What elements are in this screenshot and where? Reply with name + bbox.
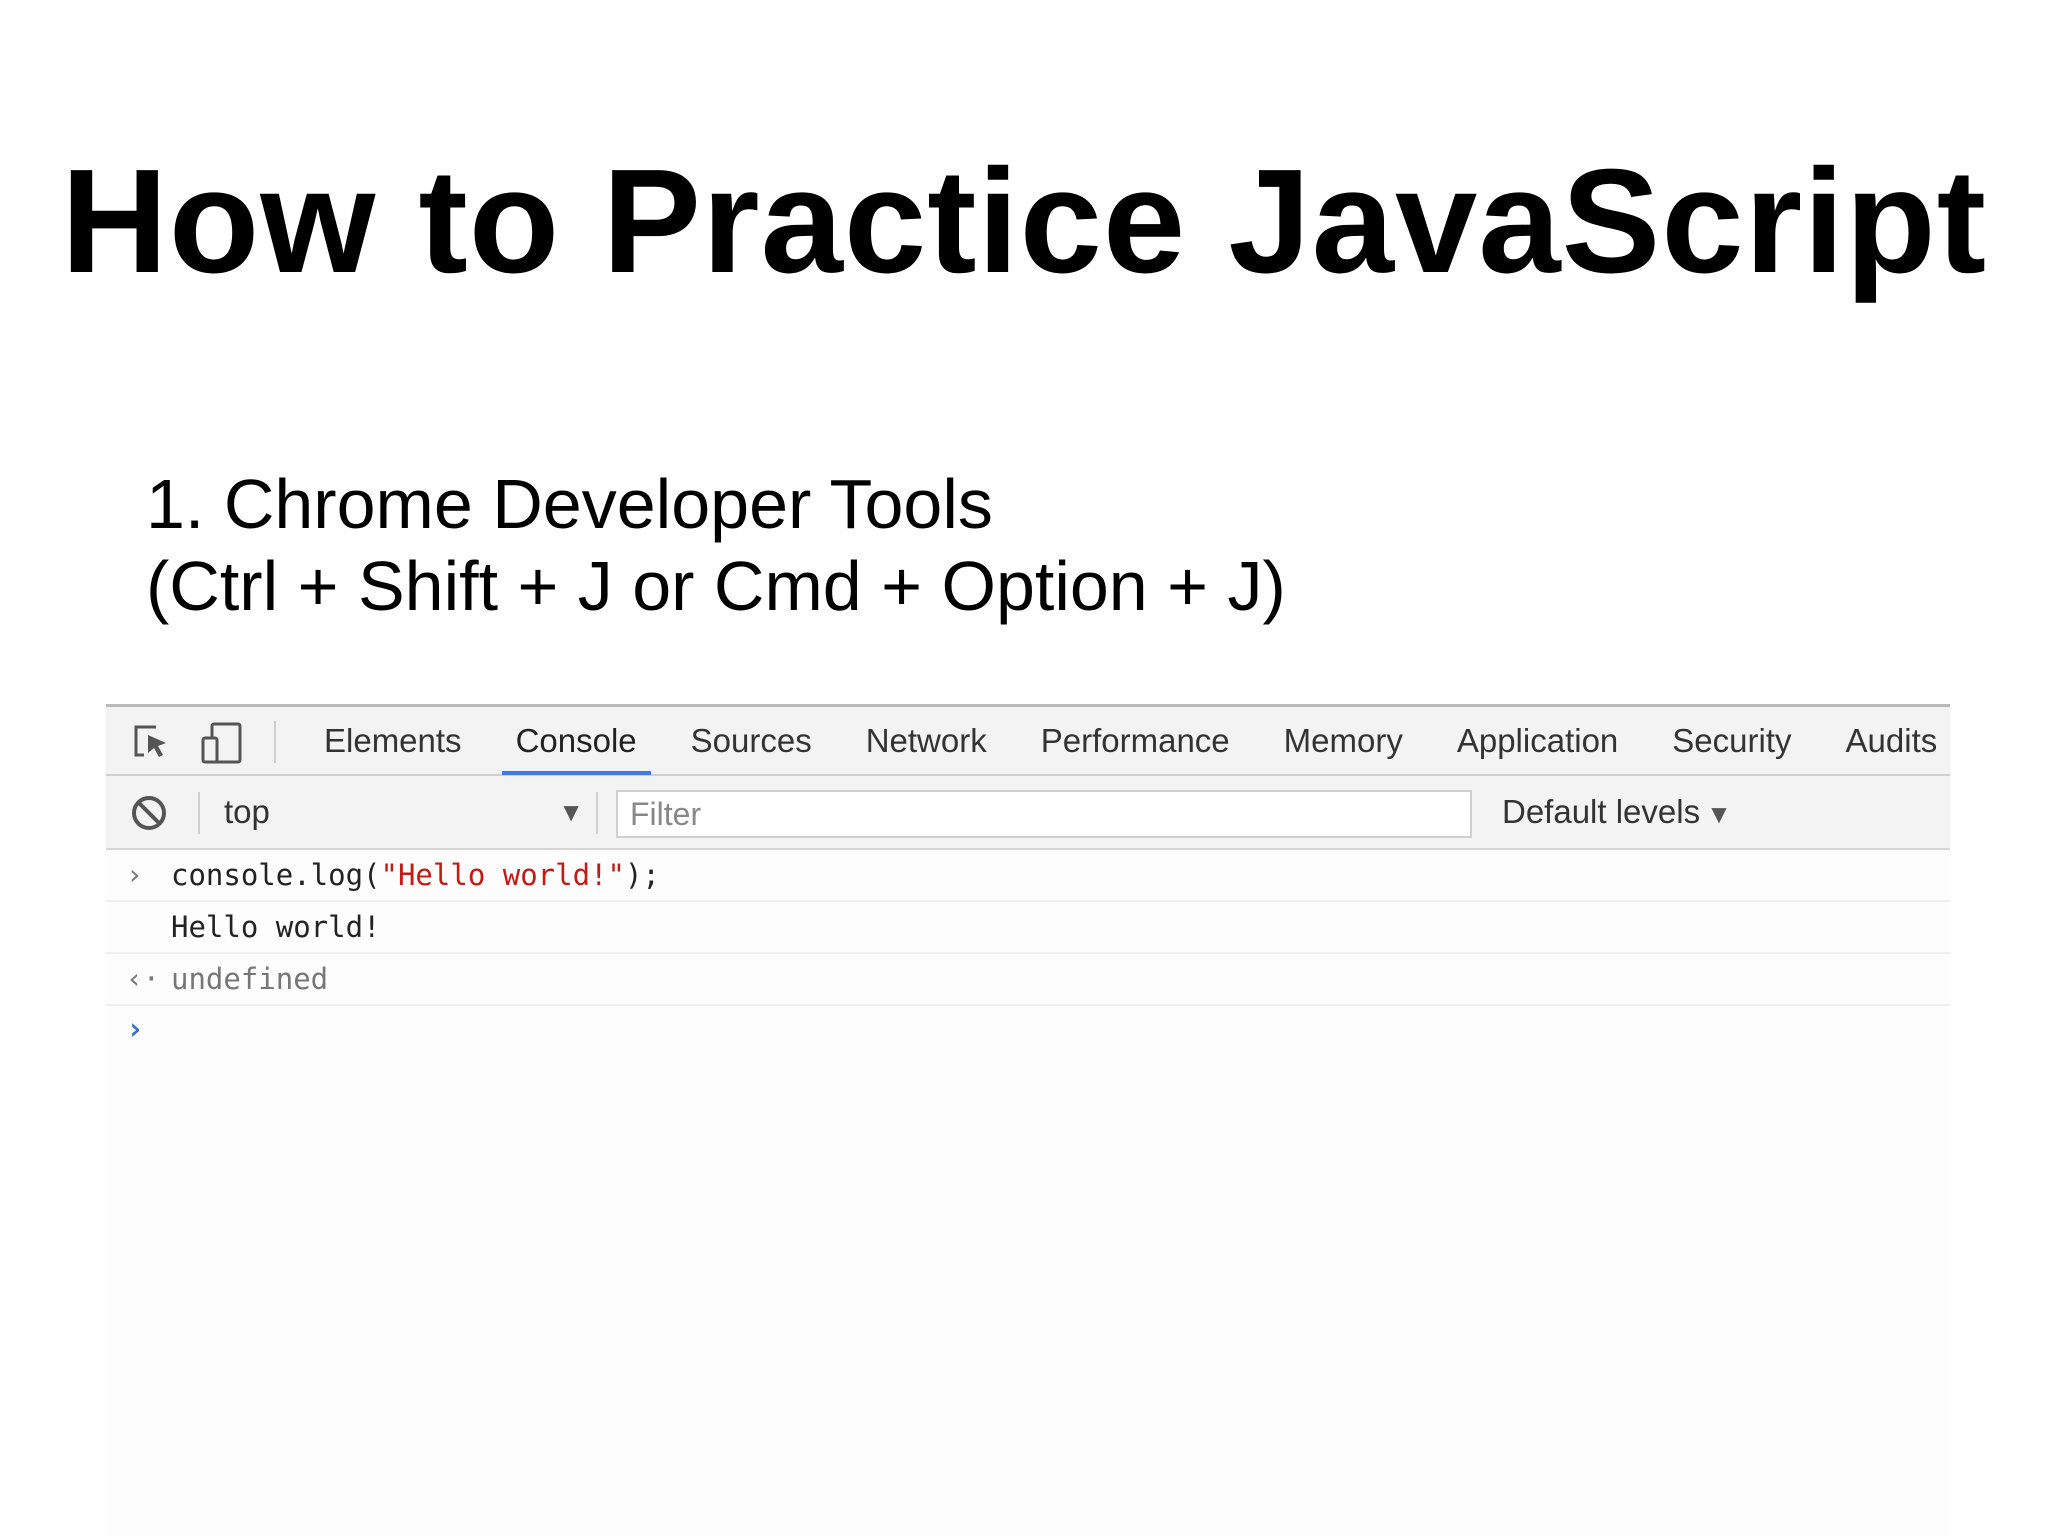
dropdown-arrow-icon: ▼ <box>558 797 584 827</box>
input-chevron-icon: › <box>126 858 143 891</box>
log-levels-label: Default levels <box>1502 793 1701 830</box>
console-result-line: ‹· undefined <box>106 954 1950 1006</box>
dropdown-arrow-icon: ▼ <box>1706 799 1732 829</box>
console-input-text[interactable]: console.log("Hello world!"); <box>171 850 660 900</box>
filter-input[interactable] <box>616 790 1472 838</box>
tab-application[interactable]: Application <box>1430 707 1645 774</box>
context-value: top <box>224 793 270 830</box>
console-input-line: › console.log("Hello world!"); <box>106 850 1950 902</box>
code-string: "Hello world!" <box>380 858 625 892</box>
code-prefix: console.log( <box>171 858 381 892</box>
tab-elements[interactable]: Elements <box>274 707 489 774</box>
subtitle-line-1: 1. Chrome Developer Tools <box>146 465 993 543</box>
console-output-text: Hello world! <box>171 910 381 944</box>
devtools-tabs: Elements Console Sources Network Perform… <box>274 707 1964 777</box>
devtools-tabbar: Elements Console Sources Network Perform… <box>106 704 1950 776</box>
tab-network[interactable]: Network <box>839 707 1014 774</box>
result-arrow-icon: ‹· <box>126 962 160 995</box>
slide-title: How to Practice JavaScript <box>60 139 1988 304</box>
tab-console[interactable]: Console <box>489 707 664 775</box>
clear-console-icon[interactable] <box>130 794 168 837</box>
filterbar-divider <box>198 792 200 834</box>
console-filterbar: top ▼ Default levels▼ <box>106 776 1950 850</box>
tab-memory[interactable]: Memory <box>1257 707 1430 774</box>
prompt-chevron-icon: › <box>126 1012 145 1047</box>
console-result-text: undefined <box>171 962 329 996</box>
slide-subtitle: 1. Chrome Developer Tools (Ctrl + Shift … <box>146 463 1286 627</box>
console-prompt[interactable]: › <box>106 1006 1950 1062</box>
console-output: › console.log("Hello world!"); Hello wor… <box>106 850 1950 1062</box>
subtitle-line-2: (Ctrl + Shift + J or Cmd + Option + J) <box>146 547 1286 625</box>
inspect-element-icon[interactable] <box>130 721 172 768</box>
tab-sources[interactable]: Sources <box>664 707 839 774</box>
console-output-line: Hello world! <box>106 902 1950 954</box>
device-toolbar-icon[interactable] <box>200 721 244 770</box>
code-suffix: ); <box>624 858 660 892</box>
tab-performance[interactable]: Performance <box>1014 707 1257 774</box>
tab-audits[interactable]: Audits <box>1819 707 1965 774</box>
devtools-panel: Elements Console Sources Network Perform… <box>106 704 1950 1536</box>
tab-security[interactable]: Security <box>1645 707 1818 774</box>
log-levels-dropdown[interactable]: Default levels ▼ <box>1502 776 1732 848</box>
context-selector[interactable]: top ▼ <box>224 776 584 848</box>
filterbar-divider <box>596 792 598 834</box>
